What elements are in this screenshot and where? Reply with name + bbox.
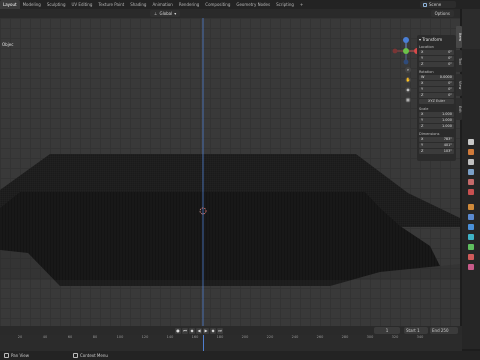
scale-x-field[interactable]: X 1.000 <box>419 112 454 117</box>
location-y-field[interactable]: Y 0" <box>419 56 454 61</box>
rotation-w-field[interactable]: W 0.0000 <box>419 75 454 80</box>
tab-sculpting[interactable]: Sculpting <box>44 0 69 9</box>
scale-label: Scale <box>419 107 429 111</box>
orientation-label: Global <box>159 11 173 16</box>
tool-properties-icon[interactable] <box>468 139 474 145</box>
frame-ruler: 20 40 60 80 100 120 140 160 180 200 220 … <box>17 335 424 339</box>
status-context-menu: Context Menu <box>72 353 108 358</box>
playback-controls: ● ⏮ ◆ ◀ ▶ ◆ ⏭ <box>175 327 223 334</box>
mesh-inner-cavity <box>0 192 440 286</box>
properties-editor <box>462 9 480 349</box>
add-workspace-button[interactable]: + <box>297 0 306 9</box>
scene-name: Scene <box>429 2 442 7</box>
perspective-grid-icon[interactable]: ▦ <box>405 97 411 103</box>
viewport-header: ⊥ Global ▾ Options <box>0 9 460 18</box>
play-reverse-icon[interactable]: ◀ <box>196 327 202 334</box>
outliner[interactable] <box>462 9 480 49</box>
next-keyframe-icon[interactable]: ◆ <box>210 327 216 334</box>
zoom-icon[interactable]: ⌕ <box>405 67 411 73</box>
rotation-mode-dropdown[interactable]: XYZ Euler <box>419 99 454 104</box>
location-label: Location <box>419 45 434 49</box>
jump-start-icon[interactable]: ⏮ <box>182 327 188 334</box>
tab-modeling[interactable]: Modeling <box>20 0 44 9</box>
mouse-icon <box>72 353 78 358</box>
location-z-field[interactable]: Z 0" <box>419 62 454 67</box>
transform-orientation-dropdown[interactable]: ⊥ Global ▾ <box>150 10 181 17</box>
world-properties-icon[interactable] <box>468 189 474 195</box>
material-properties-icon[interactable] <box>468 254 474 260</box>
status-pan-view: Pan View <box>4 353 29 358</box>
jump-end-icon[interactable]: ⏭ <box>217 327 223 334</box>
tab-compositing[interactable]: Compositing <box>202 0 233 9</box>
constraints-icon[interactable] <box>468 244 474 250</box>
rotation-z-field[interactable]: Z 0" <box>419 93 454 98</box>
tab-scripting[interactable]: Scripting <box>273 0 297 9</box>
tab-texture-paint[interactable]: Texture Paint <box>95 0 127 9</box>
start-frame-field[interactable]: Start 1 <box>404 327 428 334</box>
tab-animation[interactable]: Animation <box>149 0 175 9</box>
texture-properties-icon[interactable] <box>468 264 474 270</box>
scene-icon <box>423 2 427 7</box>
current-frame-field[interactable]: 1 <box>374 327 400 334</box>
dimensions-z-field[interactable]: Z 103" <box>419 149 454 154</box>
end-frame-field[interactable]: End 250 <box>430 327 458 334</box>
playhead[interactable] <box>203 335 204 351</box>
workspace-tabs: Layout Modeling Sculpting UV Editing Tex… <box>0 0 480 9</box>
camera-icon[interactable]: ◉ <box>405 87 411 93</box>
scale-y-field[interactable]: Y 1.000 <box>419 118 454 123</box>
render-properties-icon[interactable] <box>468 149 474 155</box>
tab-geometry-nodes[interactable]: Geometry Nodes <box>233 0 273 9</box>
options-button[interactable]: Options <box>430 10 454 17</box>
mouse-icon <box>4 353 9 358</box>
tab-uv-editing[interactable]: UV Editing <box>69 0 96 9</box>
scene-selector[interactable]: Scene <box>420 1 456 8</box>
3d-viewport[interactable]: Objec ⌕ ✋ ◉ ▦ <box>0 18 460 326</box>
dimensions-label: Dimensions <box>419 132 440 136</box>
chevron-down-icon: ▾ <box>174 11 177 16</box>
scale-z-field[interactable]: Z 1.000 <box>419 124 454 129</box>
prev-keyframe-icon[interactable]: ◆ <box>189 327 195 334</box>
scene-properties-icon[interactable] <box>468 179 474 185</box>
object-properties-icon[interactable] <box>468 204 474 210</box>
tab-layout[interactable]: Layout <box>0 0 20 9</box>
record-icon[interactable]: ● <box>175 327 181 334</box>
rotation-y-field[interactable]: Y 0" <box>419 87 454 92</box>
rotation-x-field[interactable]: X 0" <box>419 81 454 86</box>
axis-icon: ⊥ <box>154 11 158 16</box>
transform-panel: ▾ Transform Location X 0" Y 0" Z 0" Rotatio… <box>417 35 456 161</box>
location-x-field[interactable]: X 0" <box>419 50 454 55</box>
output-properties-icon[interactable] <box>468 159 474 165</box>
play-icon[interactable]: ▶ <box>203 327 209 334</box>
modifier-properties-icon[interactable] <box>468 214 474 220</box>
physics-icon[interactable] <box>468 234 474 240</box>
view-layer-icon[interactable] <box>468 169 474 175</box>
options-label: Options <box>434 11 450 16</box>
pan-hand-icon[interactable]: ✋ <box>405 77 411 83</box>
particles-icon[interactable] <box>468 224 474 230</box>
tab-shading[interactable]: Shading <box>127 0 149 9</box>
timeline[interactable]: 20 40 60 80 100 120 140 160 180 200 220 … <box>0 335 462 351</box>
dimensions-y-field[interactable]: Y 401" <box>419 143 454 148</box>
dimensions-x-field[interactable]: X 783" <box>419 137 454 142</box>
timeline-header: ● ⏮ ◆ ◀ ▶ ◆ ⏭ 1 Start 1 End 250 <box>0 326 462 335</box>
view-label: Objec <box>2 42 14 47</box>
transform-panel-title: ▾ Transform <box>419 37 443 42</box>
rotation-label: Rotation <box>419 70 434 74</box>
status-bar: Pan View Context Menu <box>0 351 480 360</box>
tab-rendering[interactable]: Rendering <box>176 0 202 9</box>
